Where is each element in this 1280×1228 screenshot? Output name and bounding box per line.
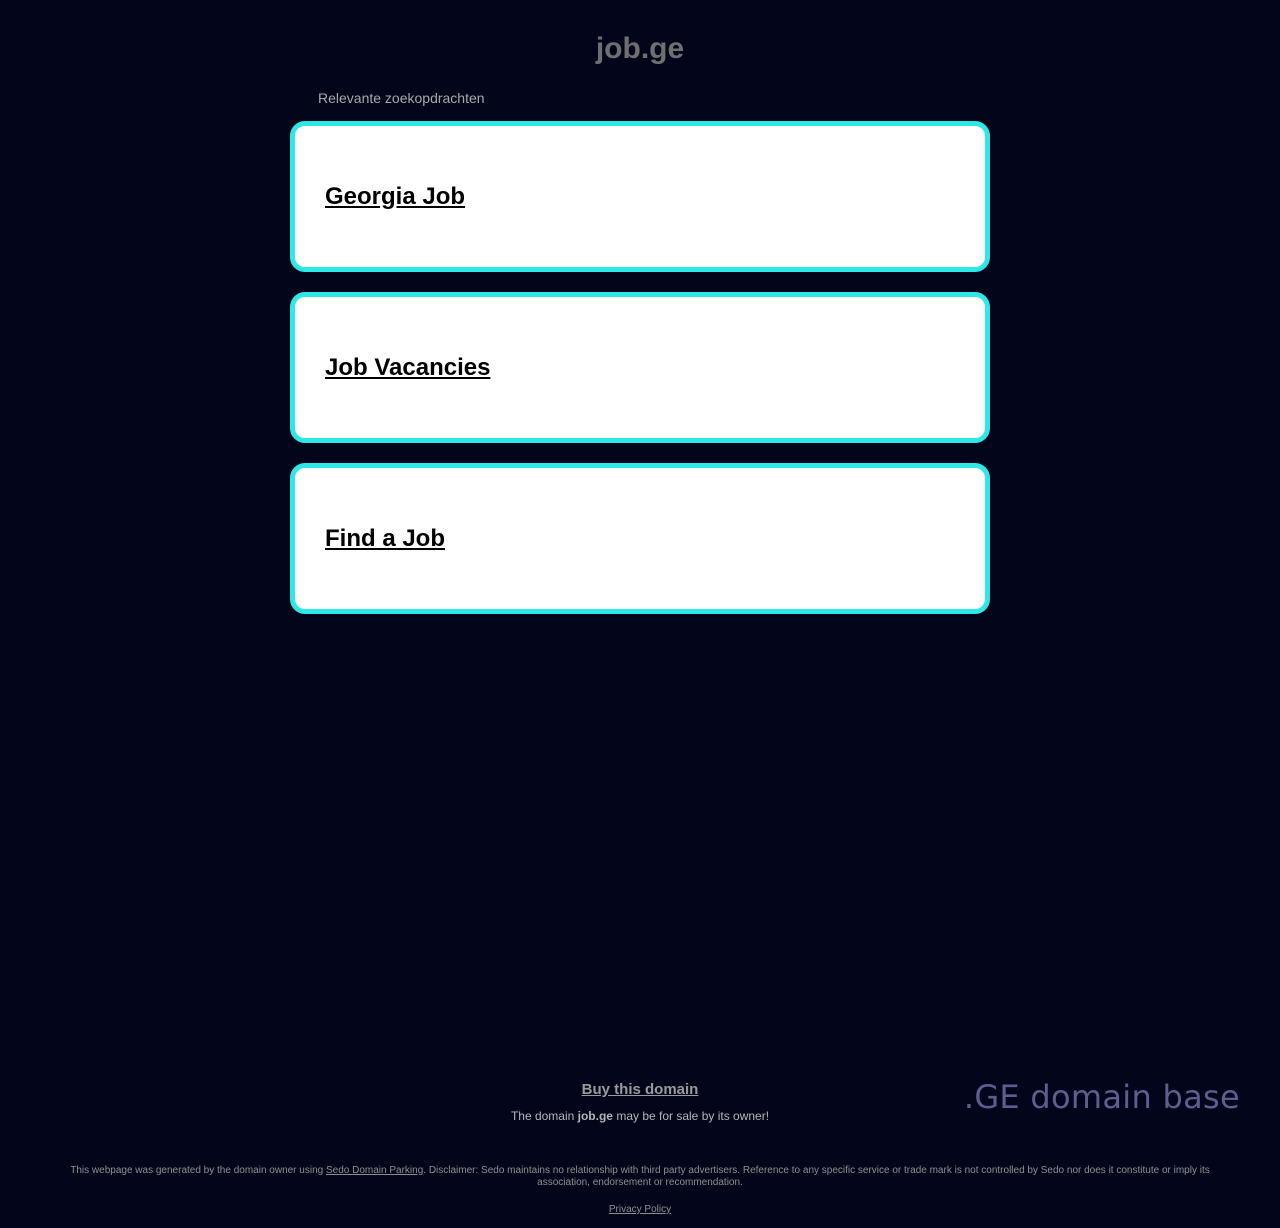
related-searches-label: Relevante zoekopdrachten bbox=[318, 90, 485, 106]
sale-text-prefix: The domain bbox=[510, 1109, 578, 1123]
related-search-card[interactable]: Find a Job bbox=[290, 463, 990, 614]
related-search-card[interactable]: Job Vacancies bbox=[290, 292, 990, 443]
sale-text-suffix: may be for sale by its owner! bbox=[612, 1109, 770, 1123]
related-search-list: Georgia Job Job Vacancies Find a Job bbox=[290, 121, 990, 634]
related-search-link[interactable]: Find a Job bbox=[325, 525, 445, 553]
disclaimer-text: This webpage was generated by the domain… bbox=[60, 1165, 1220, 1189]
ge-domain-base-logo[interactable]: .GE domain base bbox=[964, 1078, 1240, 1116]
disclaimer-body: . Disclaimer: Sedo maintains no relation… bbox=[423, 1165, 1210, 1188]
privacy-policy-link[interactable]: Privacy Policy bbox=[0, 1204, 1280, 1215]
related-search-link[interactable]: Georgia Job bbox=[325, 183, 465, 211]
sedo-parking-link[interactable]: Sedo Domain Parking bbox=[326, 1165, 423, 1176]
domain-title: job.ge bbox=[595, 32, 685, 65]
related-search-link[interactable]: Job Vacancies bbox=[325, 354, 490, 382]
sale-domain-name: job.ge bbox=[577, 1109, 613, 1123]
related-search-card[interactable]: Georgia Job bbox=[290, 121, 990, 272]
disclaimer-prefix: This webpage was generated by the domain… bbox=[70, 1165, 326, 1176]
